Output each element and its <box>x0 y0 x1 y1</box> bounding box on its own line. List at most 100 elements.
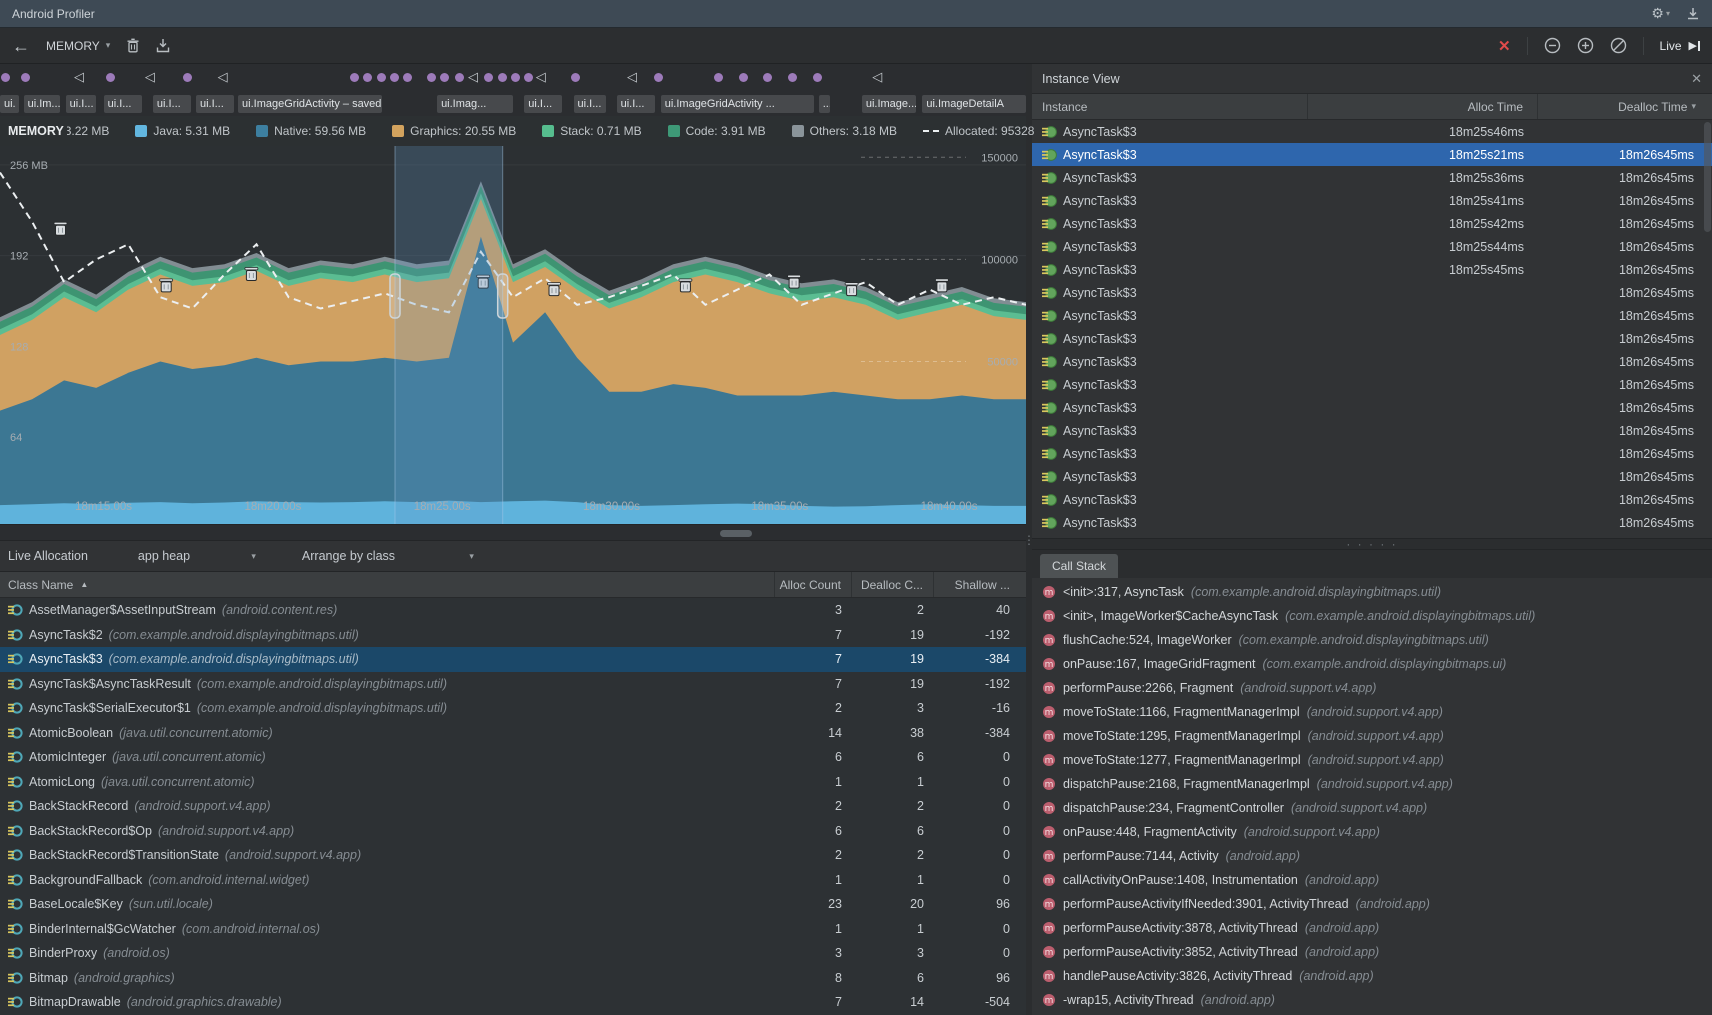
class-table-row[interactable]: BaseLocale$Key(sun.util.locale)232096 <box>0 892 1026 917</box>
arrange-by-dropdown[interactable]: Arrange by class ▾ <box>302 549 474 563</box>
call-stack-frame[interactable]: mdispatchPause:2168, FragmentManagerImpl… <box>1032 772 1712 796</box>
tab-call-stack[interactable]: Call Stack <box>1040 554 1118 578</box>
touch-event-dot <box>440 73 449 82</box>
instance-row[interactable]: AsyncTask$318m25s41ms18m26s45ms <box>1032 189 1712 212</box>
call-stack-frame[interactable]: mperformPauseActivityIfNeeded:3901, Acti… <box>1032 892 1712 916</box>
back-event-icon: ◁ <box>872 69 882 85</box>
go-live-button[interactable]: Live ▶ <box>1660 39 1700 53</box>
class-table-row[interactable]: BackStackRecord$TransitionState(android.… <box>0 843 1026 868</box>
close-icon[interactable]: ✕ <box>1691 71 1702 87</box>
shallow-size-cell: 0 <box>934 745 1026 770</box>
class-package-text: (java.util.concurrent.atomic) <box>119 726 273 740</box>
instance-row[interactable]: AsyncTask$318m25s36ms18m26s45ms <box>1032 166 1712 189</box>
column-header-dealloc-time[interactable]: Dealloc Time ▾ <box>1538 100 1712 114</box>
call-stack-frame[interactable]: mcallActivityOnPause:1408, Instrumentati… <box>1032 868 1712 892</box>
class-table-row[interactable]: AsyncTask$SerialExecutor$1(com.example.a… <box>0 696 1026 721</box>
call-stack-frame[interactable]: mhandlePauseActivity:3826, ActivityThrea… <box>1032 964 1712 988</box>
call-stack-frame[interactable]: m<init>:317, AsyncTask (com.example.andr… <box>1032 580 1712 604</box>
call-stack-frame[interactable]: mperformPause:7144, Activity (android.ap… <box>1032 844 1712 868</box>
class-table-row[interactable]: AsyncTask$2(com.example.android.displayi… <box>0 623 1026 648</box>
call-stack-frame[interactable]: mperformPauseActivity:3852, ActivityThre… <box>1032 940 1712 964</box>
timeline-scrollbar-thumb[interactable] <box>720 530 752 537</box>
instance-row[interactable]: AsyncTask$318m26s45ms <box>1032 488 1712 511</box>
timeline-scrollbar[interactable] <box>0 524 1026 540</box>
class-table-row[interactable]: BackStackRecord$Op(android.support.v4.ap… <box>0 819 1026 844</box>
frame-package-text: (android.support.v4.app) <box>1308 753 1444 767</box>
instance-row[interactable]: AsyncTask$318m25s21ms18m26s45ms <box>1032 143 1712 166</box>
instance-row[interactable]: AsyncTask$318m26s45ms <box>1032 396 1712 419</box>
call-stack-frame[interactable]: m<init>, ImageWorker$CacheAsyncTask (com… <box>1032 604 1712 628</box>
instance-row[interactable]: AsyncTask$318m26s45ms <box>1032 419 1712 442</box>
activity-segment: ui.ImageDetailA <box>922 95 1026 113</box>
instance-row[interactable]: AsyncTask$318m25s45ms18m26s45ms <box>1032 258 1712 281</box>
call-stack-frame[interactable]: mmoveToState:1295, FragmentManagerImpl (… <box>1032 724 1712 748</box>
zoom-in-button[interactable] <box>1577 37 1594 54</box>
call-stack-frame[interactable]: mdispatchPause:234, FragmentController (… <box>1032 796 1712 820</box>
column-header-instance[interactable]: Instance <box>1032 94 1308 119</box>
instance-name-cell: AsyncTask$3 <box>1032 516 1308 530</box>
horizontal-splitter[interactable]: · · · · · <box>1032 538 1712 550</box>
column-header-alloc-count[interactable]: Alloc Count <box>775 572 852 597</box>
class-table-row[interactable]: BackStackRecord(android.support.v4.app)2… <box>0 794 1026 819</box>
instance-scrollbar-thumb[interactable] <box>1704 122 1711 232</box>
column-header-alloc-time[interactable]: Alloc Time <box>1308 94 1538 119</box>
frame-package-text: (android.support.v4.app) <box>1317 777 1453 791</box>
legend-label: Stack: 0.71 MB <box>560 124 641 138</box>
class-table-row[interactable]: AssetManager$AssetInputStream(android.co… <box>0 598 1026 623</box>
column-header-dealloc-count[interactable]: Dealloc C... <box>852 572 934 597</box>
zoom-out-button[interactable] <box>1544 37 1561 54</box>
memory-chart[interactable]: 15000010000050000256 MB1921286418m15.00s… <box>0 146 1026 524</box>
class-table-row[interactable]: AsyncTask$3(com.example.android.displayi… <box>0 647 1026 672</box>
frame-text: performPause:2266, Fragment <box>1063 681 1233 695</box>
call-stack-frame[interactable]: mperformPauseActivity:3878, ActivityThre… <box>1032 916 1712 940</box>
force-gc-button[interactable] <box>126 38 140 53</box>
shallow-size-cell: 0 <box>934 794 1026 819</box>
column-header-class-name[interactable]: Class Name ▲ <box>0 572 775 597</box>
class-table-row[interactable]: AtomicLong(java.util.concurrent.atomic)1… <box>0 770 1026 795</box>
instance-row[interactable]: AsyncTask$318m26s45ms <box>1032 350 1712 373</box>
call-stack-frame[interactable]: monPause:448, FragmentActivity (android.… <box>1032 820 1712 844</box>
instance-row[interactable]: AsyncTask$318m26s45ms <box>1032 465 1712 488</box>
instance-row[interactable]: AsyncTask$318m26s45ms <box>1032 511 1712 534</box>
call-stack-frame[interactable]: m-wrap15, ActivityThread (android.app) <box>1032 988 1712 1012</box>
profiler-type-dropdown[interactable]: MEMORY ▾ <box>46 39 110 53</box>
call-stack-frame[interactable]: mflushCache:524, ImageWorker (com.exampl… <box>1032 628 1712 652</box>
class-table-row[interactable]: AtomicBoolean(java.util.concurrent.atomi… <box>0 721 1026 746</box>
instance-row[interactable]: AsyncTask$318m26s45ms <box>1032 373 1712 396</box>
legend-item: Java: 5.31 MB <box>135 124 230 138</box>
class-table-row[interactable]: BitmapDrawable(android.graphics.drawable… <box>0 990 1026 1015</box>
class-table-row[interactable]: Bitmap(android.graphics)8696 <box>0 966 1026 991</box>
download-icon <box>1686 7 1700 21</box>
class-table-row[interactable]: AtomicInteger(java.util.concurrent.atomi… <box>0 745 1026 770</box>
reset-zoom-button[interactable] <box>1610 37 1627 54</box>
instance-row[interactable]: AsyncTask$318m26s45ms <box>1032 442 1712 465</box>
download-button[interactable] <box>1686 7 1700 21</box>
call-stack-frame[interactable]: mmoveToState:1277, FragmentManagerImpl (… <box>1032 748 1712 772</box>
instance-row[interactable]: AsyncTask$318m26s45ms <box>1032 281 1712 304</box>
instance-row[interactable]: AsyncTask$318m26s45ms <box>1032 304 1712 327</box>
settings-gear-button[interactable]: ⚙▾ <box>1651 5 1670 22</box>
instance-row[interactable]: AsyncTask$318m26s45ms <box>1032 534 1712 538</box>
instance-icon <box>1042 332 1057 346</box>
shallow-size-cell: 0 <box>934 843 1026 868</box>
call-stack-frame[interactable]: monPause:167, ImageGridFragment (com.exa… <box>1032 652 1712 676</box>
alloc-count-cell: 8 <box>775 966 852 991</box>
instance-row[interactable]: AsyncTask$318m25s42ms18m26s45ms <box>1032 212 1712 235</box>
frame-package-text: (android.app) <box>1226 849 1300 863</box>
column-header-shallow-size[interactable]: Shallow ... <box>934 572 1026 597</box>
instance-row[interactable]: AsyncTask$318m26s45ms <box>1032 327 1712 350</box>
heap-selector-dropdown[interactable]: app heap ▾ <box>138 549 256 563</box>
export-heap-dump-button[interactable] <box>156 38 170 53</box>
class-package-text: (com.android.internal.widget) <box>148 873 309 887</box>
class-name-text: BinderProxy <box>29 946 97 960</box>
call-stack-frame[interactable]: mmoveToState:1166, FragmentManagerImpl (… <box>1032 700 1712 724</box>
instance-row[interactable]: AsyncTask$318m25s46ms <box>1032 120 1712 143</box>
close-session-button[interactable]: ✕ <box>1498 37 1511 55</box>
call-stack-frame[interactable]: mperformPause:2266, Fragment (android.su… <box>1032 676 1712 700</box>
instance-row[interactable]: AsyncTask$318m25s44ms18m26s45ms <box>1032 235 1712 258</box>
class-table-row[interactable]: BackgroundFallback(com.android.internal.… <box>0 868 1026 893</box>
class-table-row[interactable]: BinderInternal$GcWatcher(com.android.int… <box>0 917 1026 942</box>
class-table-row[interactable]: BinderProxy(android.os)330 <box>0 941 1026 966</box>
back-button[interactable]: ← <box>12 37 30 55</box>
class-table-row[interactable]: AsyncTask$AsyncTaskResult(com.example.an… <box>0 672 1026 697</box>
